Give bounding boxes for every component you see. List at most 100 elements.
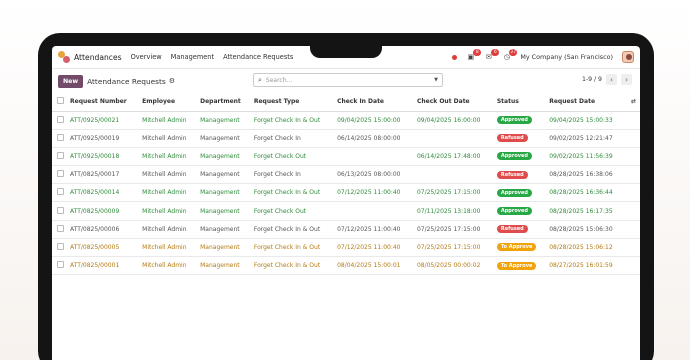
cell-employee: Mitchell Admin	[139, 165, 198, 185]
cell-request-type: Forget Check In & Out	[250, 256, 335, 276]
cell-department: Management	[197, 165, 251, 185]
cell-check-out-date: 09/04/2025 16:00:00	[413, 111, 494, 130]
status-badge: To Approve	[496, 243, 537, 252]
cell-check-in-date	[334, 147, 414, 167]
table-row[interactable]: ATT/0825/00009 Mitchell Admin Management Fo…	[52, 201, 640, 221]
menu-management[interactable]: Management	[171, 53, 214, 61]
company-switcher[interactable]: My Company (San Francisco)	[520, 53, 613, 61]
cell-department: Management	[197, 129, 251, 148]
activity-badge: 8	[473, 48, 482, 56]
chevron-down-icon[interactable]: ▼	[434, 77, 438, 83]
row-checkbox[interactable]	[52, 238, 67, 258]
status-badge: Refused	[496, 225, 528, 234]
col-request-date[interactable]: Request Date	[546, 93, 627, 112]
cell-request-type: Forget Check Out	[250, 201, 335, 221]
cell-check-out-date: 07/11/2025 13:18:00	[413, 201, 494, 221]
cell-request-date: 08/28/2025 15:06:30	[546, 220, 627, 239]
cell-department: Management	[197, 183, 251, 203]
cell-request-number: ATT/0825/00001	[67, 256, 140, 276]
cell-request-type: Forget Check In & Out	[250, 111, 335, 130]
row-checkbox[interactable]	[52, 220, 67, 239]
status-badge: To Approve	[496, 261, 537, 270]
cell-request-date: 09/04/2025 15:00:33	[546, 111, 627, 130]
status-badge: Approved	[496, 188, 533, 197]
row-checkbox[interactable]	[52, 111, 67, 130]
row-checkbox[interactable]	[52, 201, 67, 221]
col-status[interactable]: Status	[493, 93, 547, 112]
cell-department: Management	[197, 238, 251, 258]
table-row[interactable]: ATT/0825/00017 Mitchell Admin Management Fo…	[52, 165, 640, 185]
cell-request-type: Forget Check In & Out	[250, 183, 335, 203]
row-spacer	[626, 238, 640, 258]
col-check-out-date[interactable]: Check Out Date	[413, 93, 494, 112]
app-title[interactable]: Attendances	[74, 53, 122, 62]
cell-request-type: Forget Check In & Out	[250, 220, 335, 239]
menu-overview[interactable]: Overview	[131, 53, 162, 61]
cell-employee: Mitchell Admin	[139, 129, 198, 148]
select-all-checkbox[interactable]	[52, 93, 67, 112]
camera-notch	[310, 33, 382, 58]
cell-request-date: 08/28/2025 15:06:12	[546, 238, 627, 258]
activity-icon[interactable]: ▣ 8	[466, 48, 482, 62]
cell-request-number: ATT/0825/00009	[67, 201, 140, 221]
pager-value[interactable]: 1-9 / 9	[582, 76, 602, 83]
cell-status: Approved	[493, 183, 547, 203]
row-checkbox[interactable]	[52, 129, 67, 148]
status-dot-icon[interactable]	[452, 54, 458, 60]
cell-request-number: ATT/0925/00021	[67, 111, 140, 130]
cell-check-out-date	[413, 165, 494, 185]
chevron-left-icon[interactable]: ‹	[606, 74, 617, 85]
table-row[interactable]: ATT/0925/00018 Mitchell Admin Management Fo…	[52, 147, 640, 167]
cell-status: Refused	[493, 129, 547, 148]
menu-attendance-requests[interactable]: Attendance Requests	[223, 53, 293, 61]
row-checkbox[interactable]	[52, 183, 67, 203]
status-badge: Refused	[496, 134, 528, 143]
cell-check-out-date: 08/05/2025 00:00:02	[413, 256, 494, 276]
cell-request-number: ATT/0925/00018	[67, 147, 140, 167]
cell-check-in-date: 06/14/2025 08:00:00	[334, 129, 414, 148]
cell-status: Approved	[493, 111, 547, 130]
status-badge: Approved	[496, 152, 533, 161]
cell-department: Management	[197, 256, 251, 276]
cell-check-in-date: 07/12/2025 11:00:40	[334, 238, 414, 258]
cell-request-date: 08/27/2025 16:01:59	[546, 256, 627, 276]
col-request-type[interactable]: Request Type	[250, 93, 335, 112]
cell-status: To Approve	[493, 256, 547, 276]
table-row[interactable]: ATT/0825/00001 Mitchell Admin Management Fo…	[52, 256, 640, 276]
timer-icon[interactable]: ◷ 27	[502, 48, 518, 62]
laptop-frame: Attendances Overview Management Attendan…	[38, 33, 654, 360]
gear-icon[interactable]: ⚙	[169, 77, 175, 85]
search-input[interactable]: ⌕ Search... ▼	[253, 73, 443, 87]
attendances-app-icon[interactable]	[58, 51, 70, 63]
col-check-in-date[interactable]: Check In Date	[334, 93, 414, 112]
table-row[interactable]: ATT/0825/00005 Mitchell Admin Management Fo…	[52, 238, 640, 258]
cell-employee: Mitchell Admin	[139, 147, 198, 167]
cell-check-in-date	[334, 201, 414, 221]
row-checkbox[interactable]	[52, 147, 67, 167]
row-spacer	[626, 111, 640, 130]
table-row[interactable]: ATT/0825/00006 Mitchell Admin Management Fo…	[52, 220, 640, 239]
col-employee[interactable]: Employee	[139, 93, 198, 112]
chevron-right-icon[interactable]: ›	[621, 74, 632, 85]
row-spacer	[626, 129, 640, 148]
row-checkbox[interactable]	[52, 165, 67, 185]
cell-check-out-date	[413, 129, 494, 148]
cell-request-date: 09/02/2025 12:21:47	[546, 129, 627, 148]
table-row[interactable]: ATT/0925/00019 Mitchell Admin Management Fo…	[52, 129, 640, 148]
messages-icon[interactable]: ✉ 6	[484, 48, 500, 62]
cell-request-type: Forget Check Out	[250, 147, 335, 167]
col-department[interactable]: Department	[197, 93, 251, 112]
avatar[interactable]	[622, 51, 634, 63]
col-request-number[interactable]: Request Number	[67, 93, 140, 112]
row-checkbox[interactable]	[52, 256, 67, 276]
cell-check-in-date: 07/12/2025 11:00:40	[334, 220, 414, 239]
row-spacer	[626, 147, 640, 167]
table-row[interactable]: ATT/0825/00014 Mitchell Admin Management Fo…	[52, 183, 640, 203]
messages-badge: 6	[491, 48, 500, 56]
cell-request-date: 08/28/2025 16:36:44	[546, 183, 627, 203]
column-settings-icon[interactable]: ⇄	[626, 93, 640, 112]
table-row[interactable]: ATT/0925/00021 Mitchell Admin Management Fo…	[52, 111, 640, 130]
status-badge: Approved	[496, 207, 533, 216]
new-button[interactable]: New	[58, 74, 84, 88]
control-panel: New Attendance Requests ⚙ ⌕ Search... ▼ …	[52, 69, 640, 93]
